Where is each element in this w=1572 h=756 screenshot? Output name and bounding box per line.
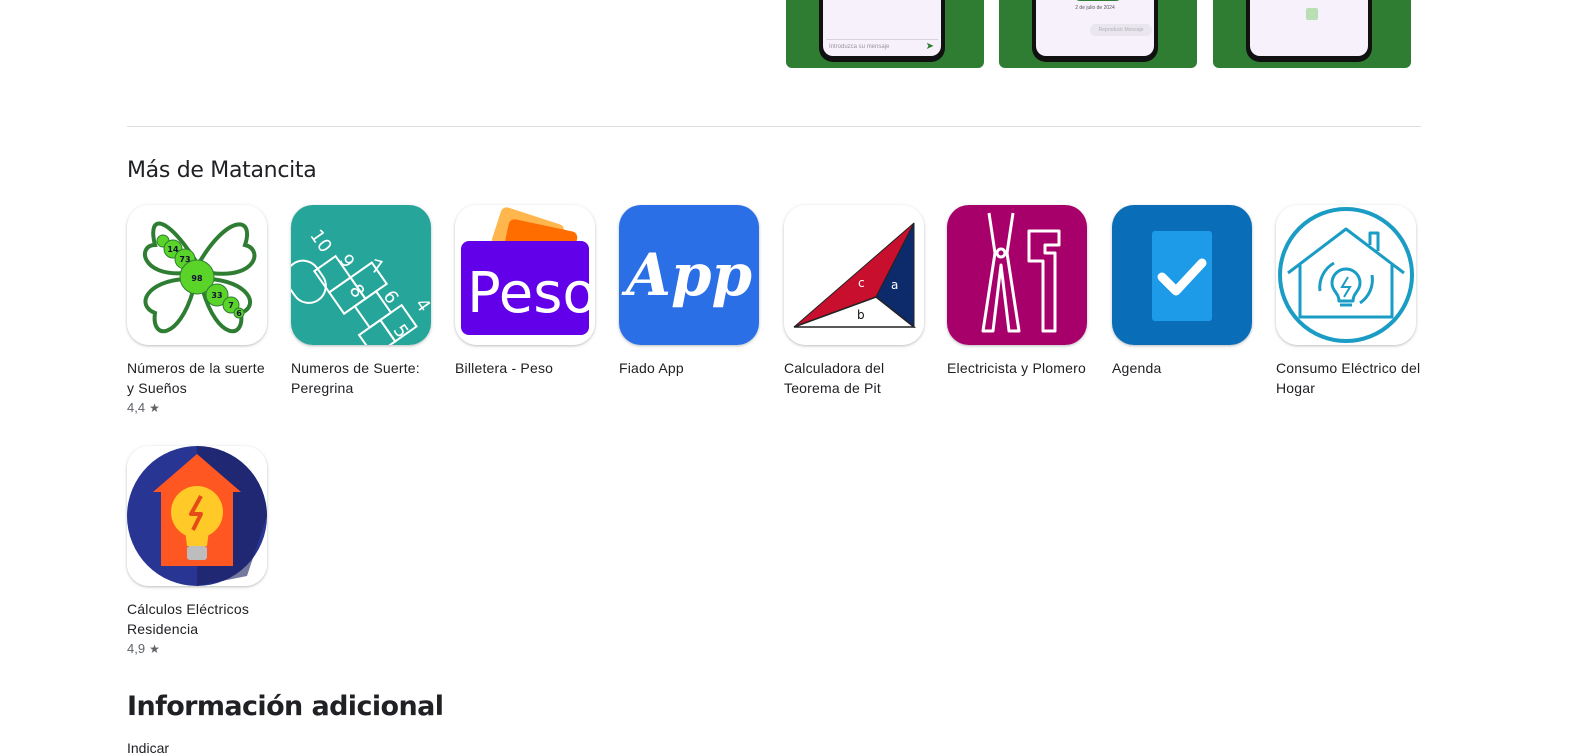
app-name: Números de la suerte y Sueños [127,360,265,396]
app-name: Fiado App [619,360,684,376]
star-icon: ★ [149,641,160,656]
app-card[interactable]: 10 9 7 8 6 5 4 Numeros de Suerte: Peregr… [291,205,441,398]
app-text: App [621,241,752,309]
agenda-app-icon [1112,205,1252,345]
loading-indicator [1306,8,1318,20]
chat-bubble [1074,0,1122,1]
additional-info-title: Información adicional [127,691,444,722]
triangle-label: c [858,276,865,290]
clover-app-icon: 14 73 98 33 7 6 [127,205,267,345]
app-card[interactable]: c a b Calculadora del Teorema de Pit [784,205,934,398]
message-placeholder: Introduzca su mensaje [829,44,890,50]
clover-number: 33 [211,291,222,300]
app-name: Electricista y Plomero [947,360,1086,376]
app-name: Consumo Eléctrico del Hogar [1276,360,1421,396]
app-name: Calculadora del Teorema de Pit [784,360,885,396]
tools-app-icon [947,205,1087,345]
app-card[interactable]: Consumo Eléctrico del Hogar [1276,205,1426,398]
section-divider [127,126,1421,127]
app-card[interactable]: Peso Billetera - Peso [455,205,605,378]
rating-value: 4,4 [127,400,146,415]
screenshot-thumbnail[interactable]: Introduzca su mensaje ➤ [786,0,984,68]
phone-frame: Introduzca su mensaje ➤ [819,0,945,62]
peso-text: Peso [467,261,595,326]
app-card[interactable]: App Fiado App [619,205,769,378]
fiado-app-icon: App [619,205,759,345]
triangle-label: b [857,308,865,322]
app-name: Cálculos Eléctricos Residencia [127,601,250,637]
screenshot-thumbnail[interactable] [1213,0,1411,68]
pythagoras-app-icon: c a b [784,205,924,345]
app-name: Billetera - Peso [455,360,554,376]
phone-frame [1246,0,1372,62]
rating-value: 4,9 [127,641,146,656]
phone-frame: 2 de julio de 2024 Reproducir Mensaje [1032,0,1158,62]
more-from-developer-title[interactable]: Más de Matancita [127,157,317,185]
home-energy-app-icon [1276,205,1416,345]
clover-number: 6 [236,309,242,318]
send-icon: ➤ [925,41,934,52]
app-rating: 4,9 ★ [127,641,277,656]
star-icon: ★ [149,400,160,415]
clover-number: 7 [228,301,234,310]
play-message-button: Reproducir Mensaje [1090,24,1152,36]
app-card[interactable]: Electricista y Plomero [947,205,1097,378]
app-name: Agenda [1112,360,1162,376]
phone-screen: 2 de julio de 2024 Reproducir Mensaje [1036,0,1154,56]
additional-info-first-label: Indicar [127,740,170,756]
date-label: 2 de julio de 2024 [1075,5,1115,11]
clover-number: 98 [191,274,203,283]
app-card[interactable]: Cálculos Eléctricos Residencia 4,9 ★ [127,446,277,656]
hopscotch-app-icon: 10 9 7 8 6 5 4 [291,205,431,345]
message-input-preview: Introduzca su mensaje ➤ [826,39,938,54]
app-name: Numeros de Suerte: Peregrina [291,360,420,396]
wallet-peso-app-icon: Peso [455,205,595,345]
phone-screen [1250,0,1368,56]
clover-number: 73 [179,255,190,264]
app-rating: 4,4 ★ [127,400,277,415]
screenshot-thumbnail[interactable]: 2 de julio de 2024 Reproducir Mensaje [999,0,1197,68]
clover-number: 14 [167,245,179,254]
electrical-calc-app-icon [127,446,267,586]
app-card[interactable]: 14 73 98 33 7 6 Números de la suerte y S… [127,205,277,415]
triangle-label: a [891,278,898,292]
phone-screen: Introduzca su mensaje ➤ [823,0,941,56]
app-card[interactable]: Agenda [1112,205,1262,378]
